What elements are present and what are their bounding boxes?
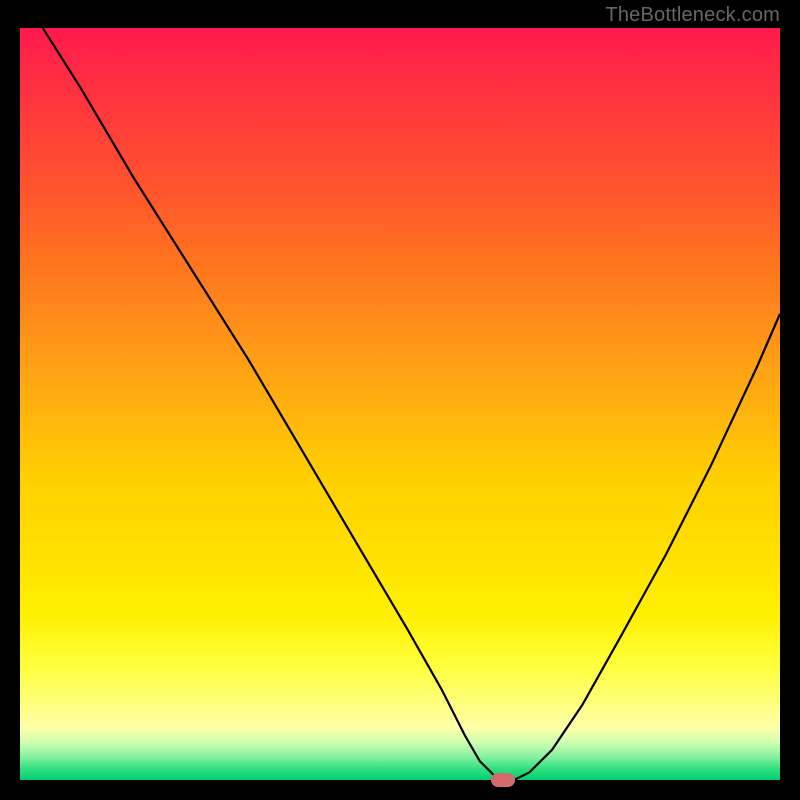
watermark-text: TheBottleneck.com bbox=[605, 4, 780, 27]
chart-container: TheBottleneck.com bbox=[0, 0, 800, 800]
bottleneck-curve bbox=[20, 28, 780, 780]
optimal-marker bbox=[491, 773, 515, 787]
